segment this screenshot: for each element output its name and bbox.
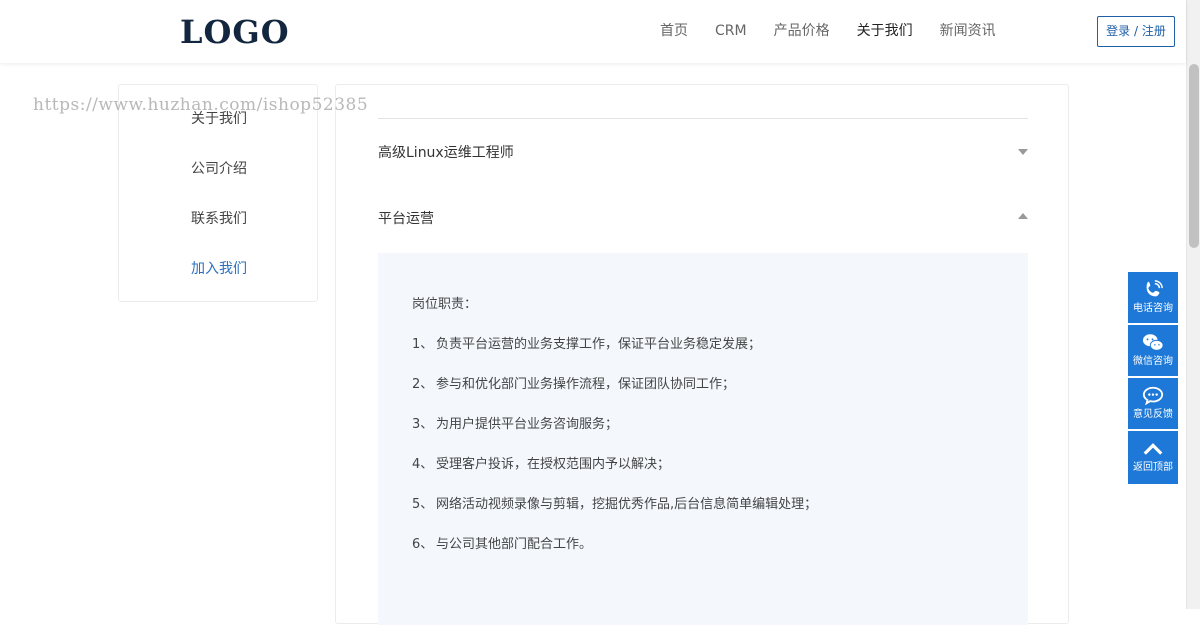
phone-consult-label: 电话咨询	[1133, 303, 1173, 314]
feedback-button[interactable]: 意见反馈	[1128, 378, 1178, 429]
nav-item-crm[interactable]: CRM	[715, 21, 747, 41]
caret-down-icon	[1018, 149, 1028, 155]
sidebar: 关于我们 公司介绍 联系我们 加入我们	[118, 84, 318, 302]
duty-item: 4、 受理客户投诉，在授权范围内予以解决；	[412, 457, 671, 472]
chevron-up-icon	[1143, 443, 1163, 455]
detail-heading: 岗位职责：	[412, 297, 478, 312]
login-register-button[interactable]: 登录 / 注册	[1097, 16, 1175, 47]
duty-item: 3、 为用户提供平台业务咨询服务；	[412, 417, 619, 432]
logo[interactable]: LOGO	[180, 12, 290, 52]
back-to-top-label: 返回顶部	[1133, 462, 1173, 473]
feedback-label: 意见反馈	[1133, 409, 1173, 420]
caret-up-icon	[1018, 213, 1028, 219]
job-list-panel: 高级Linux运维工程师 平台运营 岗位职责： 1、 负责平台运营的业务支撑工作，…	[335, 84, 1069, 625]
duty-item: 5、 网络活动视频录像与剪辑，挖掘优秀作品,后台信息简单编辑处理；	[412, 497, 818, 512]
sidebar-item-company-intro[interactable]: 公司介绍	[191, 159, 247, 179]
sidebar-item-about[interactable]: 关于我们	[191, 109, 247, 129]
scrollbar-thumb[interactable]	[1189, 64, 1199, 248]
sidebar-item-contact[interactable]: 联系我们	[191, 209, 247, 229]
main-nav: 首页 CRM 产品价格 关于我们 新闻资讯	[660, 21, 1023, 41]
site-header: LOGO 首页 CRM 产品价格 关于我们 新闻资讯 登录 / 注册	[0, 0, 1186, 63]
nav-item-news[interactable]: 新闻资讯	[940, 21, 996, 41]
job-detail: 岗位职责： 1、 负责平台运营的业务支撑工作，保证平台业务稳定发展； 2、 参与和优…	[378, 253, 1028, 625]
duty-item: 2、 参与和优化部门业务操作流程，保证团队协同工作；	[412, 377, 736, 392]
page-scrollbar[interactable]	[1186, 0, 1200, 609]
back-to-top-button[interactable]: 返回顶部	[1128, 431, 1178, 484]
job-item-platform-ops[interactable]: 平台运营	[378, 207, 1028, 231]
job-item-linux-ops[interactable]: 高级Linux运维工程师	[378, 141, 1028, 165]
wechat-consult-button[interactable]: 微信咨询	[1128, 325, 1178, 376]
wechat-consult-label: 微信咨询	[1133, 356, 1173, 367]
wechat-icon	[1142, 334, 1164, 351]
duty-item: 1、 负责平台运营的业务支撑工作，保证平台业务稳定发展；	[412, 337, 762, 352]
phone-icon	[1146, 280, 1163, 297]
duty-item: 6、 与公司其他部门配合工作。	[412, 537, 593, 552]
chat-bubble-icon	[1142, 386, 1164, 406]
job-title: 平台运营	[378, 211, 434, 227]
job-title: 高级Linux运维工程师	[378, 145, 514, 161]
nav-item-about[interactable]: 关于我们	[857, 21, 913, 41]
divider	[378, 118, 1028, 119]
phone-consult-button[interactable]: 电话咨询	[1128, 272, 1178, 323]
nav-item-home[interactable]: 首页	[660, 21, 688, 41]
nav-item-pricing[interactable]: 产品价格	[774, 21, 830, 41]
sidebar-item-join-us[interactable]: 加入我们	[191, 259, 247, 279]
